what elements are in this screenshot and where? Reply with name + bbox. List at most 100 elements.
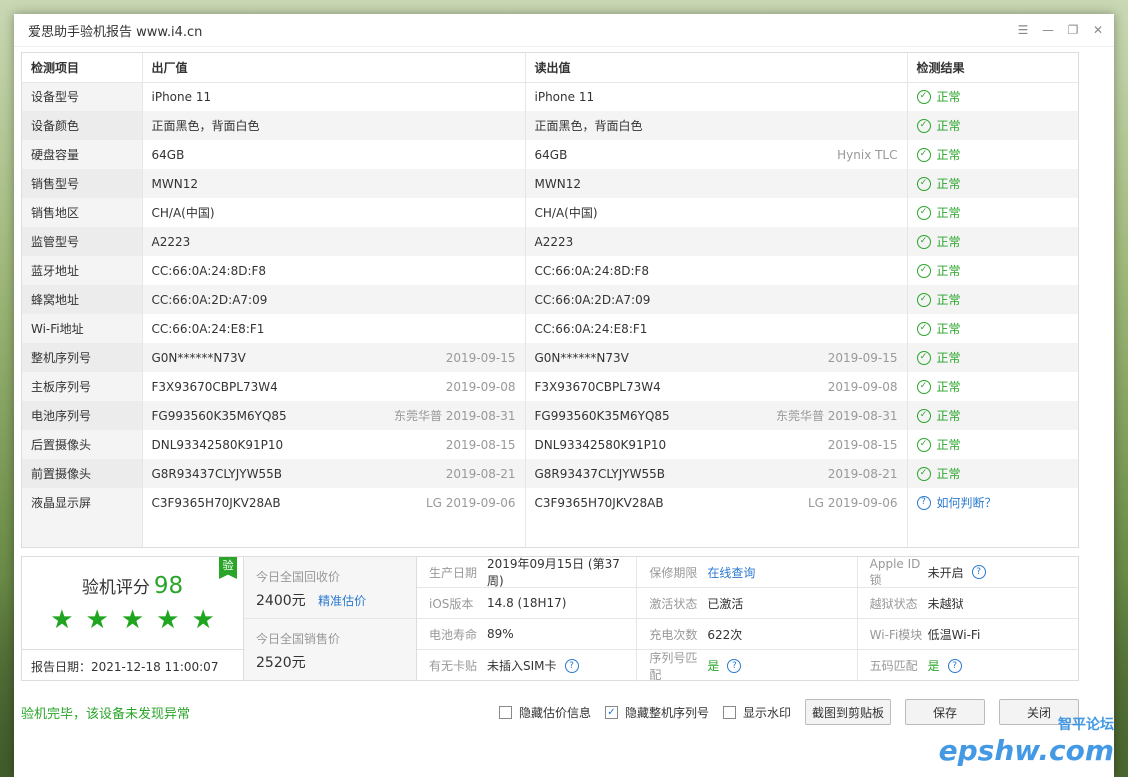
help-icon[interactable]: ? (564, 658, 579, 673)
screenshot-clipboard-button[interactable]: 截图到剪贴板 (804, 699, 891, 725)
info-cell: 生产日期 2019年09月15日 (第37周) (417, 557, 638, 588)
read-value: CC:66:0A:24:8D:F8 (525, 256, 908, 285)
precise-estimate-link[interactable]: 精准估价 (318, 594, 366, 608)
item-name: Wi-Fi地址 (22, 314, 143, 343)
star-icon: ★ (120, 605, 145, 635)
result-ok: ✓ 正常 (916, 262, 1070, 279)
table-row: 销售型号 MWN12 MWN12 ✓ 正常 (22, 169, 1078, 198)
result-cell: ✓ 正常 (907, 169, 1078, 198)
star-icon: ★ (85, 605, 109, 635)
check-circle-icon: ✓ (916, 118, 931, 133)
star-icon: ★ (156, 605, 180, 635)
info-value: 低温Wi-Fi (927, 627, 981, 642)
minimize-icon[interactable]: — (1040, 22, 1056, 38)
result-cell: ✓ 正常 (907, 227, 1078, 256)
factory-value: C3F9365H70JKV28AB LG 2019-09-06 (142, 488, 526, 517)
result-ok: ✓ 正常 (916, 349, 1070, 366)
star-icon: ★ (191, 605, 215, 635)
close-icon[interactable]: ✕ (1090, 22, 1106, 38)
table-row: 液晶显示屏 C3F9365H70JKV28AB LG 2019-09-06 C3F93… (22, 488, 1078, 517)
restore-icon[interactable]: ❐ (1065, 22, 1081, 38)
factory-sub: LG 2019-09-06 (425, 495, 516, 510)
info-label: Apple ID锁 (869, 556, 921, 587)
table-row: 前置摄像头 G8R93437CLYJYW55B 2019-08-21 G8R93437… (22, 459, 1078, 488)
star-icon: ★ (50, 605, 74, 635)
watermark-checkbox[interactable] (722, 705, 736, 719)
recycle-price-value: 2400元 (256, 593, 306, 609)
item-name: 前置摄像头 (22, 459, 143, 488)
check-circle-icon: ✓ (916, 292, 931, 307)
info-label: 激活状态 (649, 596, 698, 611)
result-cell: ? 如何判断？ (907, 488, 1078, 517)
watermark-brand: epshw.com (938, 734, 1114, 767)
factory-value: MWN12 (142, 169, 526, 198)
info-value: 未开启 (927, 565, 964, 580)
info-label: 序列号匹配 (649, 650, 698, 682)
check-status-text: 验机完毕，该设备未发现异常 (21, 706, 191, 722)
item-name: 电池序列号 (22, 401, 143, 430)
item-name: 硬盘容量 (22, 140, 143, 169)
result-ok: ✓ 正常 (916, 407, 1070, 424)
hide-serial-checkbox[interactable]: ✓ (604, 705, 618, 719)
help-icon[interactable]: ? (971, 565, 986, 579)
factory-sub: 2019-09-08 (445, 379, 516, 394)
info-cell: iOS版本 14.8 (18H17) (417, 588, 638, 619)
item-name: 监管型号 (22, 227, 143, 256)
info-label: Wi-Fi模块 (869, 627, 923, 642)
price-panel: 今日全国回收价 2400元 精准估价 今日全国销售价 2520元 (244, 557, 417, 680)
result-ok: ✓ 正常 (916, 291, 1070, 308)
factory-value: iPhone 11 (142, 82, 526, 111)
item-name: 蜂窝地址 (22, 285, 143, 314)
table-row: 主板序列号 F3X93670CBPL73W4 2019-09-08 F3X93670C… (22, 372, 1078, 401)
result-cell: ✓ 正常 (907, 111, 1078, 140)
table-row: Wi-Fi地址 CC:66:0A:24:E8:F1 CC:66:0A:24:E8:F… (22, 314, 1078, 343)
factory-value: G0N******N73V 2019-09-15 (142, 343, 526, 372)
recycle-price-label: 今日全国回收价 (256, 570, 341, 584)
table-header: 检测项目 出厂值 读出值 检测结果 (22, 53, 1078, 83)
result-ok: ✓ 正常 (916, 465, 1070, 482)
read-sub: 2019-09-08 (827, 379, 898, 394)
info-value: 未插入SIM卡 (487, 659, 557, 673)
watermark-label: 显示水印 (742, 705, 791, 720)
table-row: 设备型号 iPhone 11 iPhone 11 ✓ 正常 (22, 82, 1078, 111)
score-value: 98 (153, 573, 184, 599)
hide-price-label: 隐藏估价信息 (518, 705, 591, 720)
item-name: 设备颜色 (22, 111, 143, 140)
info-value[interactable]: 在线查询 (707, 564, 755, 581)
result-cell: ✓ 正常 (907, 82, 1078, 111)
menu-icon[interactable]: ☰ (1015, 22, 1031, 38)
read-value: C3F9365H70JKV28AB LG 2019-09-06 (525, 488, 908, 517)
factory-value: 64GB (142, 140, 526, 169)
result-cell: ✓ 正常 (907, 343, 1078, 372)
help-icon[interactable]: ? (727, 658, 742, 673)
hide-serial-option[interactable]: ✓ 隐藏整机序列号 (604, 704, 709, 721)
table-row: 销售地区 CH/A(中国) CH/A(中国) ✓ 正常 (22, 198, 1078, 227)
check-circle-icon: ✓ (916, 234, 931, 249)
item-name: 设备型号 (22, 82, 143, 111)
device-info-grid: 生产日期 2019年09月15日 (第37周) 保修期限 在线查询 Apple ID锁未… (417, 556, 1078, 682)
how-to-judge-link[interactable]: ? 如何判断？ (916, 494, 1070, 511)
info-cell: 充电次数 622次 (637, 619, 858, 650)
result-cell: ✓ 正常 (907, 401, 1078, 430)
result-ok: ✓ 正常 (916, 117, 1070, 134)
info-cell: 保修期限 在线查询 (637, 557, 858, 588)
factory-value: DNL93342580K91P10 2019-08-15 (142, 430, 526, 459)
check-circle-icon: ✓ (916, 437, 931, 452)
read-sub: 东莞华普 2019-08-31 (775, 409, 898, 423)
help-icon[interactable]: ? (947, 658, 962, 673)
table-row: 整机序列号 G0N******N73V 2019-09-15 G0N******N73… (22, 343, 1078, 372)
watermark-option[interactable]: 显示水印 (722, 704, 791, 721)
read-value: CC:66:0A:2D:A7:09 (525, 285, 908, 314)
read-value: F3X93670CBPL73W4 2019-09-08 (525, 372, 908, 401)
table-row: 电池序列号 FG993560K35M6YQ85 东莞华普 2019-08-31 FG9… (22, 401, 1078, 430)
check-circle-icon: ✓ (916, 321, 931, 336)
window-controls: ☰ — ❐ ✕ (1015, 22, 1106, 38)
hide-price-checkbox[interactable] (498, 705, 512, 719)
site-watermark: 智平论坛 epshw.com (939, 714, 1114, 767)
hide-price-option[interactable]: 隐藏估价信息 (498, 704, 591, 721)
table-row: 监管型号 A2223 A2223 ✓ 正常 (22, 227, 1078, 256)
info-cell: 有无卡贴 未插入SIM卡? (417, 650, 638, 681)
result-ok: ✓ 正常 (916, 88, 1070, 105)
result-ok: ✓ 正常 (916, 378, 1070, 395)
info-value: 是 (707, 659, 720, 673)
